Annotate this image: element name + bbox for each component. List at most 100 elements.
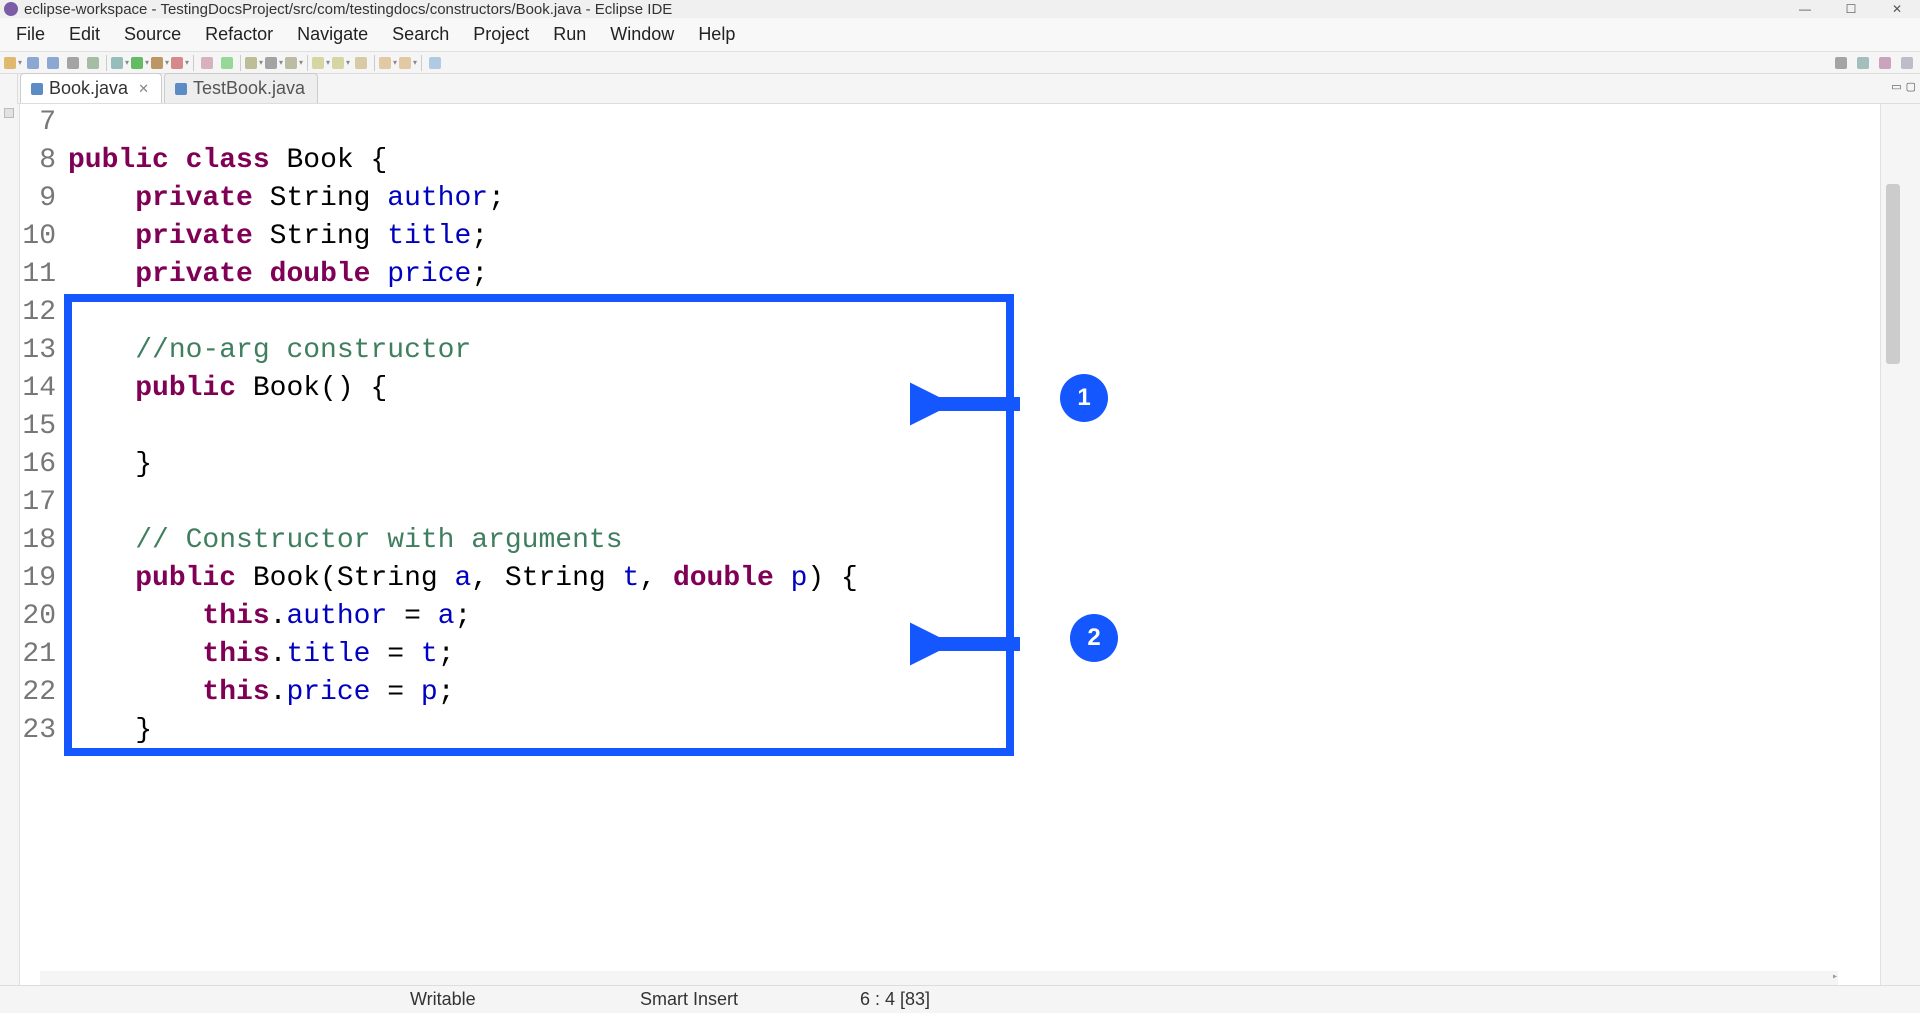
code-line[interactable]: 23 } bbox=[20, 712, 1880, 750]
editor-tab[interactable]: Book.java✕ bbox=[20, 73, 162, 103]
save-all-icon[interactable] bbox=[44, 54, 62, 72]
line-content[interactable]: // Constructor with arguments bbox=[68, 522, 1880, 560]
line-number: 21 bbox=[20, 636, 68, 674]
editor-tab[interactable]: TestBook.java bbox=[164, 73, 318, 103]
menu-edit[interactable]: Edit bbox=[57, 20, 112, 49]
line-number: 7 bbox=[20, 104, 68, 142]
annotate-icon[interactable] bbox=[285, 54, 303, 72]
nav-fwd-icon[interactable] bbox=[399, 54, 417, 72]
back-icon[interactable] bbox=[312, 54, 330, 72]
eclipse-icon bbox=[4, 2, 18, 16]
line-content[interactable] bbox=[68, 104, 1880, 142]
line-content[interactable]: } bbox=[68, 446, 1880, 484]
search-icon[interactable] bbox=[265, 54, 283, 72]
line-number: 13 bbox=[20, 332, 68, 370]
line-content[interactable]: this.price = p; bbox=[68, 674, 1880, 712]
line-number: 18 bbox=[20, 522, 68, 560]
line-number: 15 bbox=[20, 408, 68, 446]
new-icon[interactable] bbox=[4, 54, 22, 72]
line-content[interactable] bbox=[68, 484, 1880, 522]
overview-ruler[interactable] bbox=[1880, 104, 1902, 985]
code-line[interactable]: 21 this.title = t; bbox=[20, 636, 1880, 674]
code-line[interactable]: 20 this.author = a; bbox=[20, 598, 1880, 636]
code-line[interactable]: 17 bbox=[20, 484, 1880, 522]
menu-window[interactable]: Window bbox=[598, 20, 686, 49]
code-line[interactable]: 12 bbox=[20, 294, 1880, 332]
line-content[interactable]: private double price; bbox=[68, 256, 1880, 294]
menu-source[interactable]: Source bbox=[112, 20, 193, 49]
coverage-icon[interactable] bbox=[171, 54, 189, 72]
run-green-icon[interactable] bbox=[131, 54, 149, 72]
toolbar-separator bbox=[240, 55, 241, 71]
search-icon[interactable] bbox=[1832, 54, 1850, 72]
status-cursor-position: 6 : 4 [83] bbox=[820, 989, 1020, 1010]
code-line[interactable]: 14 public Book() { bbox=[20, 370, 1880, 408]
code-line[interactable]: 18 // Constructor with arguments bbox=[20, 522, 1880, 560]
debug-icon[interactable] bbox=[111, 54, 129, 72]
editor-right-trim bbox=[1902, 104, 1920, 985]
window-minimize-button[interactable]: — bbox=[1782, 0, 1828, 18]
line-content[interactable]: } bbox=[68, 712, 1880, 750]
line-content[interactable]: private String title; bbox=[68, 218, 1880, 256]
menu-project[interactable]: Project bbox=[461, 20, 541, 49]
menu-bar: FileEditSourceRefactorNavigateSearchProj… bbox=[0, 18, 1920, 52]
save-icon[interactable] bbox=[24, 54, 42, 72]
toolbar-separator bbox=[374, 55, 375, 71]
line-content[interactable]: public class Book { bbox=[68, 142, 1880, 180]
menu-search[interactable]: Search bbox=[380, 20, 461, 49]
open-type-icon[interactable] bbox=[245, 54, 263, 72]
ext-tools-icon[interactable] bbox=[151, 54, 169, 72]
line-number: 12 bbox=[20, 294, 68, 332]
code-line[interactable]: 10 private String title; bbox=[20, 218, 1880, 256]
vertical-scrollbar-thumb[interactable] bbox=[1886, 184, 1900, 364]
line-number: 16 bbox=[20, 446, 68, 484]
main-toolbar bbox=[0, 52, 1920, 74]
line-number: 23 bbox=[20, 712, 68, 750]
window-close-button[interactable]: ✕ bbox=[1874, 0, 1920, 18]
line-content[interactable]: this.author = a; bbox=[68, 598, 1880, 636]
view-minimize-icon[interactable]: ▭ bbox=[1891, 80, 1901, 93]
menu-help[interactable]: Help bbox=[686, 20, 747, 49]
code-line[interactable]: 22 this.price = p; bbox=[20, 674, 1880, 712]
last-edit-icon[interactable] bbox=[352, 54, 370, 72]
code-line[interactable]: 11 private double price; bbox=[20, 256, 1880, 294]
line-content[interactable] bbox=[68, 408, 1880, 446]
window-titlebar: eclipse-workspace - TestingDocsProject/s… bbox=[0, 0, 1920, 18]
code-editor[interactable]: 1 2 ▸ 78public class Book {9 private Str… bbox=[20, 104, 1880, 985]
menu-file[interactable]: File bbox=[4, 20, 57, 49]
code-line[interactable]: 9 private String author; bbox=[20, 180, 1880, 218]
menu-navigate[interactable]: Navigate bbox=[285, 20, 380, 49]
horizontal-scrollbar[interactable]: ▸ bbox=[40, 971, 1838, 985]
pin-icon[interactable] bbox=[426, 54, 444, 72]
debug-perspective-icon[interactable] bbox=[1898, 54, 1916, 72]
build-icon[interactable] bbox=[84, 54, 102, 72]
code-line[interactable]: 13 //no-arg constructor bbox=[20, 332, 1880, 370]
fwd-icon[interactable] bbox=[332, 54, 350, 72]
line-content[interactable] bbox=[68, 294, 1880, 332]
java-file-icon bbox=[175, 83, 187, 95]
line-content[interactable]: this.title = t; bbox=[68, 636, 1880, 674]
line-content[interactable]: //no-arg constructor bbox=[68, 332, 1880, 370]
new-pkg-icon[interactable] bbox=[198, 54, 216, 72]
code-line[interactable]: 19 public Book(String a, String t, doubl… bbox=[20, 560, 1880, 598]
line-content[interactable]: private String author; bbox=[68, 180, 1880, 218]
line-content[interactable]: public Book(String a, String t, double p… bbox=[68, 560, 1880, 598]
java-perspective-icon[interactable] bbox=[1876, 54, 1894, 72]
menu-refactor[interactable]: Refactor bbox=[193, 20, 285, 49]
code-line[interactable]: 8public class Book { bbox=[20, 142, 1880, 180]
code-line[interactable]: 16 } bbox=[20, 446, 1880, 484]
tab-close-icon[interactable]: ✕ bbox=[138, 81, 149, 97]
code-line[interactable]: 15 bbox=[20, 408, 1880, 446]
nav-back-icon[interactable] bbox=[379, 54, 397, 72]
menu-run[interactable]: Run bbox=[541, 20, 598, 49]
line-content[interactable]: public Book() { bbox=[68, 370, 1880, 408]
window-maximize-button[interactable]: ☐ bbox=[1828, 0, 1874, 18]
print-icon[interactable] bbox=[64, 54, 82, 72]
open-perspective-icon[interactable] bbox=[1854, 54, 1872, 72]
java-file-icon bbox=[31, 83, 43, 95]
view-maximize-icon[interactable]: ▢ bbox=[1906, 80, 1916, 93]
status-writable: Writable bbox=[370, 989, 600, 1010]
new-class-icon[interactable] bbox=[218, 54, 236, 72]
code-line[interactable]: 7 bbox=[20, 104, 1880, 142]
tab-label: TestBook.java bbox=[193, 78, 305, 99]
